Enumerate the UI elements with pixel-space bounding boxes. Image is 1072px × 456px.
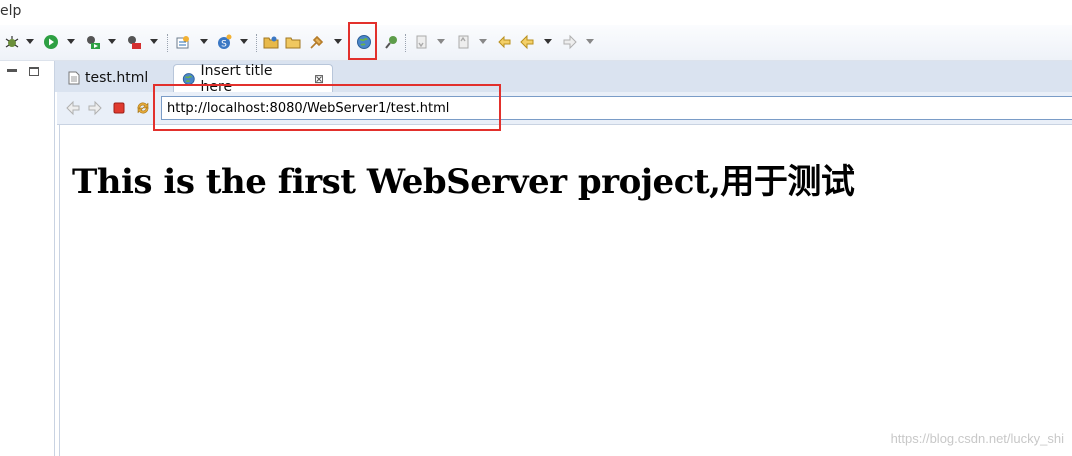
menu-help[interactable]: elp xyxy=(0,3,21,19)
toolbar-separator xyxy=(256,34,257,52)
deploy-icon[interactable] xyxy=(309,34,325,50)
chevron-down-icon[interactable] xyxy=(67,39,75,44)
chevron-down-icon[interactable] xyxy=(200,39,208,44)
last-edit-icon[interactable] xyxy=(496,34,512,50)
svg-text:S: S xyxy=(221,40,227,50)
highlight-box-browser-button xyxy=(348,22,377,60)
chevron-down-icon[interactable] xyxy=(544,39,552,44)
browser-content: This is the first WebServer project,用于测试… xyxy=(59,125,1072,456)
chevron-down-icon[interactable] xyxy=(240,39,248,44)
minimize-icon[interactable] xyxy=(7,69,17,72)
menu-bar: elp xyxy=(0,0,1072,25)
open-folder-icon[interactable] xyxy=(263,34,279,50)
main-toolbar: S xyxy=(0,25,1072,61)
next-annotation-icon[interactable] xyxy=(413,34,429,50)
debug-icon[interactable] xyxy=(4,34,20,50)
run-external-tool-icon[interactable] xyxy=(85,34,101,50)
run-icon[interactable] xyxy=(43,34,59,50)
chevron-down-icon[interactable] xyxy=(150,39,158,44)
maximize-icon[interactable] xyxy=(29,67,39,76)
highlight-box-url xyxy=(153,84,501,131)
search-icon[interactable] xyxy=(384,34,400,50)
toolbar-separator xyxy=(167,34,168,52)
watermark: https://blog.csdn.net/lucky_shi xyxy=(890,431,1064,446)
back-icon[interactable] xyxy=(65,100,81,116)
open-project-icon[interactable] xyxy=(285,34,301,50)
chevron-down-icon[interactable] xyxy=(108,39,116,44)
page-heading: This is the first WebServer project,用于测试 xyxy=(72,162,855,202)
forward-icon[interactable] xyxy=(562,34,578,50)
previous-annotation-icon[interactable] xyxy=(455,34,471,50)
new-server-icon[interactable] xyxy=(175,34,191,50)
refresh-icon[interactable] xyxy=(135,100,151,116)
html-file-icon xyxy=(68,71,80,85)
chevron-down-icon[interactable] xyxy=(26,39,34,44)
toolbar-separator xyxy=(405,34,406,52)
left-panel xyxy=(0,61,55,456)
forward-icon[interactable] xyxy=(87,100,103,116)
tab-label: test.html xyxy=(85,70,149,86)
stop-icon[interactable] xyxy=(111,100,127,116)
back-icon[interactable] xyxy=(519,34,535,50)
chevron-down-icon[interactable] xyxy=(586,39,594,44)
new-java-class-icon[interactable]: S xyxy=(216,34,232,50)
chevron-down-icon[interactable] xyxy=(334,39,342,44)
coverage-icon[interactable] xyxy=(126,34,142,50)
chevron-down-icon[interactable] xyxy=(437,39,445,44)
chevron-down-icon[interactable] xyxy=(479,39,487,44)
